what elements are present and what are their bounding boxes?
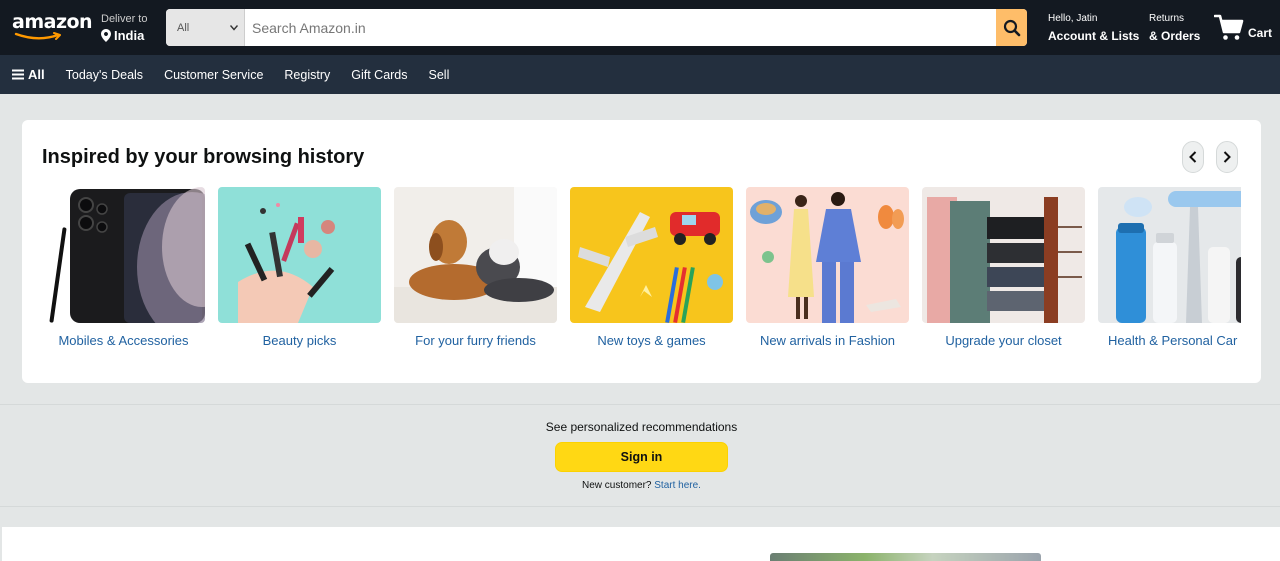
chevron-down-icon xyxy=(230,24,238,31)
carousel-item[interactable]: Health & Personal Car xyxy=(1098,187,1241,348)
search-icon xyxy=(1003,19,1020,36)
browsing-history-card: Inspired by your browsing history Mobile… xyxy=(22,120,1261,383)
returns-label: Returns xyxy=(1149,13,1185,24)
carousel-item-label: New arrivals in Fashion xyxy=(759,333,896,348)
nav-link-customer-service[interactable]: Customer Service xyxy=(164,68,263,82)
chevron-right-icon xyxy=(1223,151,1231,163)
top-header: amazon Deliver to India All Hello, Jat xyxy=(0,0,1280,55)
section-divider xyxy=(0,404,1280,405)
search-category-label: All xyxy=(177,21,190,34)
carousel-item[interactable]: New toys & games xyxy=(570,187,733,348)
amazon-logo[interactable]: amazon xyxy=(12,11,93,44)
search-category-select[interactable]: All xyxy=(166,9,245,46)
fashion-image xyxy=(746,187,909,323)
deliver-location: India xyxy=(114,28,145,43)
nav-link-registry[interactable]: Registry xyxy=(284,68,330,82)
cart-icon xyxy=(1214,14,1244,40)
mobiles-image xyxy=(42,187,205,323)
account-lists[interactable]: Hello, Jatin Account & Lists xyxy=(1048,13,1139,44)
card-title: Inspired by your browsing history xyxy=(42,146,365,168)
carousel-track: Mobiles & Accessories Beauty picks For y… xyxy=(42,187,1241,367)
carousel-next-button[interactable] xyxy=(1216,141,1238,173)
cart-label: Cart xyxy=(1248,26,1273,40)
orders-label: & Orders xyxy=(1149,29,1201,43)
account-greeting: Hello, Jatin xyxy=(1048,13,1098,24)
beauty-image xyxy=(218,187,381,323)
carousel-item-label: Upgrade your closet xyxy=(945,333,1062,348)
carousel-item-label: For your furry friends xyxy=(415,333,536,348)
search-button[interactable] xyxy=(996,9,1027,46)
carousel-item-label: Beauty picks xyxy=(262,333,337,348)
carousel-item-label: New toys & games xyxy=(597,333,706,348)
carousel-item[interactable]: Beauty picks xyxy=(218,187,381,348)
carousel-prev-button[interactable] xyxy=(1182,141,1204,173)
carousel-item[interactable]: Mobiles & Accessories xyxy=(42,187,205,348)
start-here-link[interactable]: Start here. xyxy=(654,480,701,491)
carousel-item-label: Mobiles & Accessories xyxy=(58,333,189,348)
carousel-item[interactable]: Upgrade your closet xyxy=(922,187,1085,348)
chevron-left-icon xyxy=(1189,151,1197,163)
carousel-item[interactable]: For your furry friends xyxy=(394,187,557,348)
nav-bar: All Today's Deals Customer Service Regis… xyxy=(0,55,1280,94)
logo-text: amazon xyxy=(12,11,93,33)
smile-arrow-icon xyxy=(14,32,61,40)
carousel-item-label: Health & Personal Car xyxy=(1108,333,1238,348)
sign-in-button[interactable]: Sign in xyxy=(555,442,728,472)
returns-orders[interactable]: Returns & Orders xyxy=(1149,13,1200,44)
pets-image xyxy=(394,187,557,323)
new-customer-line: New customer? Start here. xyxy=(0,480,1280,491)
new-customer-text: New customer? xyxy=(582,480,652,491)
nav-link-gift-cards[interactable]: Gift Cards xyxy=(351,68,407,82)
nav-all-label: All xyxy=(28,67,45,82)
carousel-item[interactable]: New arrivals in Fashion xyxy=(746,187,909,348)
personalized-recommendations-prompt: See personalized recommendations xyxy=(545,420,738,434)
deliver-label: Deliver to xyxy=(101,13,148,25)
location-pin-icon xyxy=(101,29,111,42)
hamburger-menu-icon xyxy=(12,69,24,80)
bottom-image xyxy=(770,553,1041,561)
account-label: Account & Lists xyxy=(1048,29,1140,43)
cart[interactable]: Cart xyxy=(1214,13,1272,41)
nav-link-todays-deals[interactable]: Today's Deals xyxy=(66,68,143,82)
health-image xyxy=(1098,187,1241,323)
nav-all-menu[interactable]: All xyxy=(12,67,45,82)
deliver-to[interactable]: Deliver to India xyxy=(101,13,147,44)
section-divider xyxy=(0,506,1280,507)
bottom-section xyxy=(2,527,1280,561)
closet-image xyxy=(922,187,1085,323)
nav-link-sell[interactable]: Sell xyxy=(429,68,450,82)
search-input[interactable] xyxy=(245,9,996,46)
search-bar: All xyxy=(166,9,1027,46)
toys-image xyxy=(570,187,733,323)
